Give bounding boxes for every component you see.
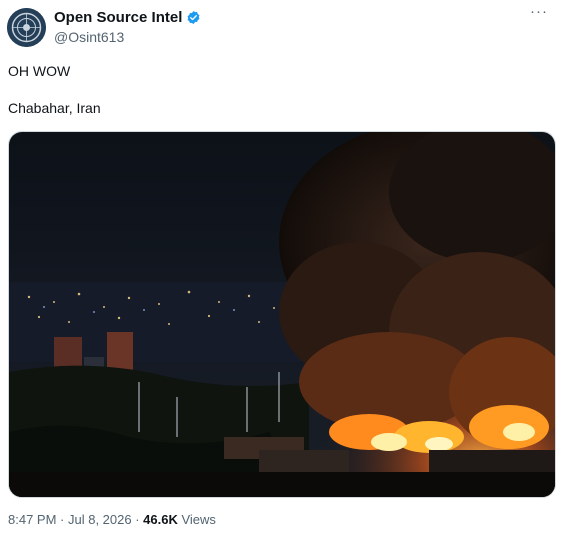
avatar[interactable] [7,8,46,47]
avatar-logo-icon [7,8,46,47]
tweet-footer: 8:47 PM · Jul 8, 2026 · 46.6K Views [8,512,216,527]
views-label: Views [177,512,216,527]
separator: · [131,512,144,527]
post-time[interactable]: 8:47 PM [8,512,56,527]
post-date[interactable]: Jul 8, 2026 [68,512,132,527]
post-photo[interactable] [8,131,556,498]
tweet-card: Open Source Intel @Osint613 ··· OH WOW C… [0,0,567,536]
author-name-row[interactable]: Open Source Intel [54,9,201,26]
separator: · [56,512,68,527]
more-icon[interactable]: ··· [529,4,549,22]
author-handle[interactable]: @Osint613 [54,29,124,45]
verified-badge-icon [186,10,201,25]
views-count: 46.6K [143,512,178,527]
night-fire-photo [9,132,555,497]
author-display-name[interactable]: Open Source Intel [54,9,182,26]
post-text-line-2: Chabahar, Iran [8,100,101,116]
post-text-line-1: OH WOW [8,63,71,79]
